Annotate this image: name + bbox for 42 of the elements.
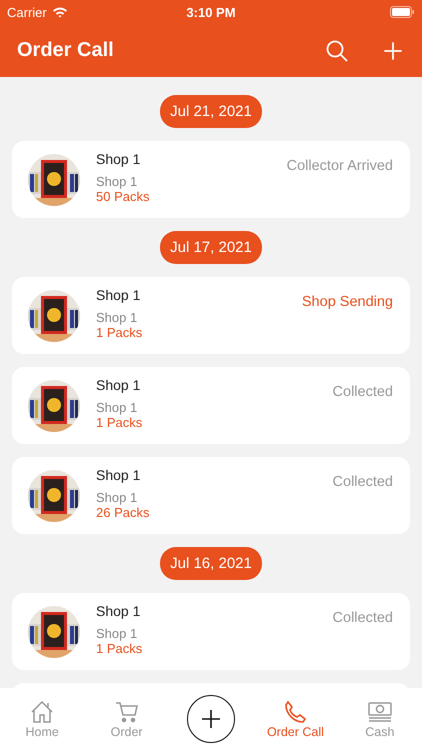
cart-icon [114, 700, 140, 724]
order-card[interactable]: Shop 1 Shop 1 1 Packs Shop Sending [12, 277, 410, 354]
shop-name: Shop 1 [96, 603, 142, 619]
status-time: 3:10 PM [186, 4, 236, 20]
date-badge: Jul 21, 2021 [160, 95, 262, 128]
order-status: Collected [332, 383, 393, 400]
shop-name: Shop 1 [96, 467, 142, 483]
date-badge: Jul 16, 2021 [160, 547, 262, 580]
carrier-label: Carrier [7, 4, 47, 20]
shop-subtitle: Shop 1 [96, 626, 138, 641]
order-card[interactable]: Shop 1 Shop 1 26 Packs Collected [12, 457, 410, 534]
page-title: Order Call [17, 39, 115, 62]
shop-subtitle: Shop 1 [96, 310, 138, 325]
shop-name: Shop 1 [96, 287, 142, 303]
call-tab[interactable]: Order Call [253, 688, 338, 750]
shop-subtitle: Shop 1 [96, 174, 138, 189]
battery-icon [390, 6, 415, 18]
order-status: Collector Arrived [286, 157, 393, 174]
banknote-icon [366, 700, 393, 724]
pack-count: 50 Packs [96, 189, 150, 204]
house-icon [29, 700, 56, 724]
pack-count: 1 Packs [96, 641, 144, 656]
order-status: Shop Sending [302, 293, 393, 310]
pack-count: 26 Packs [96, 505, 150, 520]
shop-name: Shop 1 [96, 151, 142, 167]
shop-subtitle: Shop 1 [96, 490, 138, 505]
search-icon[interactable] [326, 40, 348, 62]
plus-icon [201, 709, 222, 729]
shop-name: Shop 1 [96, 377, 142, 393]
pack-count: 1 Packs [96, 415, 144, 430]
add-button[interactable] [187, 695, 236, 743]
wifi-icon [52, 6, 68, 18]
date-badge: Jul 17, 2021 [160, 231, 262, 264]
order-status: Collected [332, 609, 393, 626]
order-card[interactable]: Shop 1 Shop 1 1 Packs Collected [12, 367, 410, 444]
phone-icon [282, 700, 308, 724]
shop-subtitle: Shop 1 [96, 400, 138, 415]
order-card[interactable]: Shop 1 Shop 1 50 Packs Collector Arrived [12, 141, 410, 218]
order-status: Collected [332, 473, 393, 490]
add-icon[interactable] [384, 42, 402, 60]
pack-count: 1 Packs [96, 325, 144, 340]
order-card[interactable]: Shop 1 Shop 1 1 Packs Collected [12, 593, 410, 670]
